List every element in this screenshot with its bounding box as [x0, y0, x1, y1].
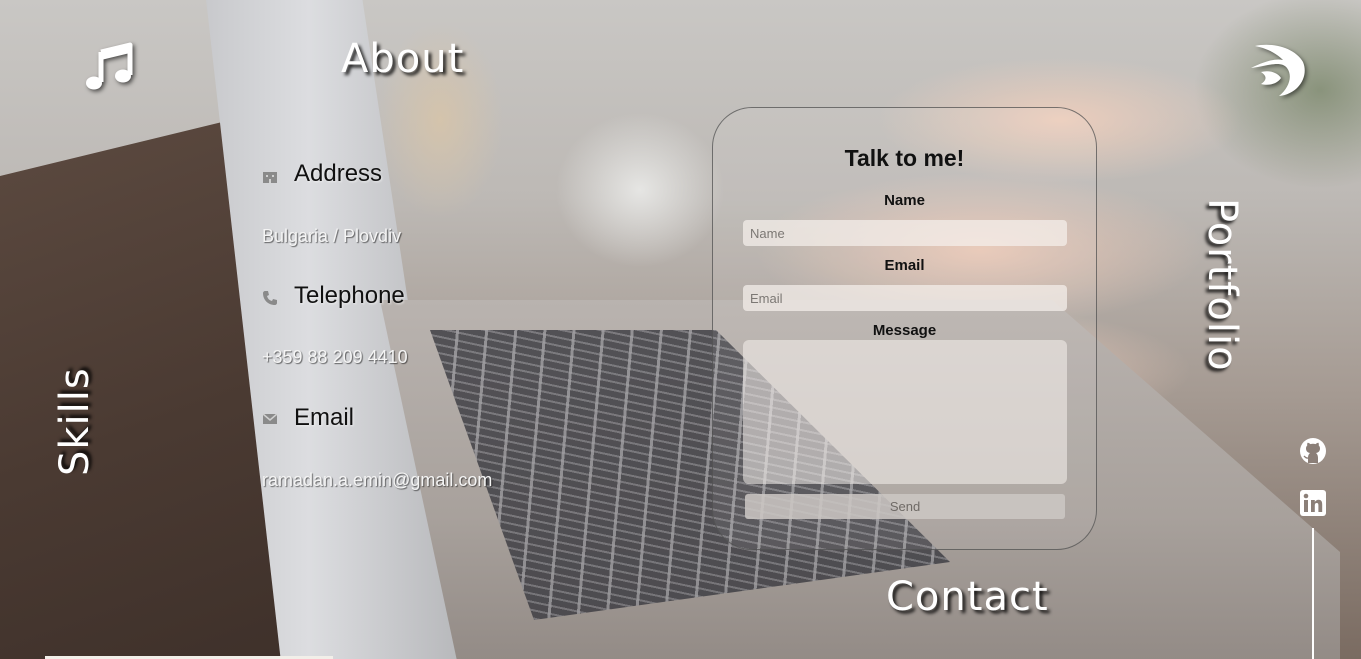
nav-skills[interactable]: Skills — [52, 367, 98, 476]
name-label: Name — [884, 192, 925, 209]
nav-about[interactable]: About — [341, 36, 464, 82]
send-button[interactable]: Send — [745, 494, 1065, 519]
page-background: About Contact Skills Portfolio Address B… — [0, 0, 1361, 659]
phone-icon — [262, 290, 278, 306]
email-field[interactable] — [743, 285, 1067, 311]
message-label: Message — [872, 322, 937, 339]
message-field[interactable] — [743, 340, 1067, 484]
email-label: Email — [884, 257, 925, 274]
nav-contact[interactable]: Contact — [886, 574, 1049, 620]
github-icon[interactable] — [1299, 437, 1327, 465]
social-divider-line — [1312, 528, 1314, 659]
telephone-value: +359 88 209 4410 — [262, 347, 408, 367]
telephone-heading: Telephone — [294, 282, 405, 309]
building-icon — [262, 168, 278, 184]
email-heading: Email — [294, 404, 355, 431]
swoosh-logo-icon[interactable] — [1247, 40, 1307, 100]
nav-portfolio[interactable]: Portfolio — [1199, 198, 1245, 372]
email-value[interactable]: ramadan.a.emin@gmail.com — [262, 470, 492, 491]
name-field[interactable] — [743, 220, 1067, 246]
linkedin-icon[interactable] — [1299, 489, 1327, 517]
envelope-icon — [262, 411, 278, 427]
contact-form: Talk to me! Name Email Message Send — [712, 107, 1097, 550]
address-value: Bulgaria / Plovdiv — [262, 226, 402, 246]
address-heading: Address — [294, 160, 383, 187]
form-title: Talk to me! — [844, 145, 965, 171]
music-note-icon[interactable] — [84, 42, 134, 92]
